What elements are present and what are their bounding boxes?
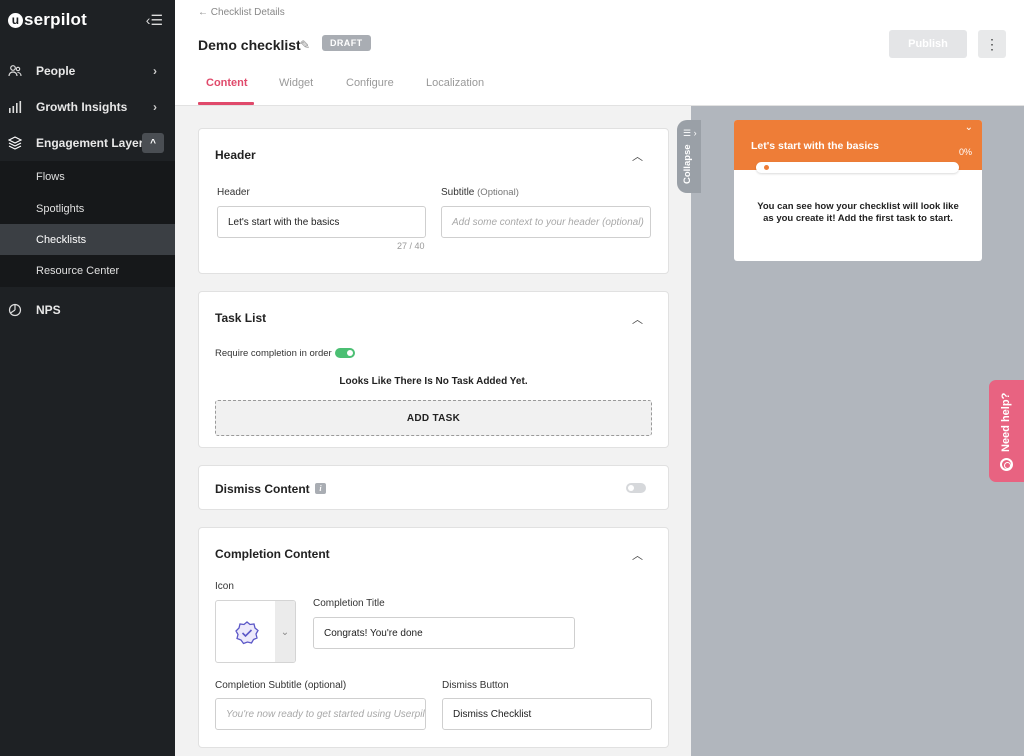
sidebar-subitem-spotlights[interactable]: Spotlights [0, 193, 175, 225]
tab-configure[interactable]: Configure [346, 77, 394, 89]
sidebar-item-label: Engagement Layer [36, 136, 144, 150]
dismiss-button-input[interactable]: Dismiss Checklist [442, 698, 652, 730]
character-counter: 27 / 40 [397, 241, 425, 251]
add-task-button[interactable]: ADD TASK [215, 400, 652, 436]
sidebar-subitem-resource-center[interactable]: Resource Center [0, 255, 175, 287]
page-header: ← Checklist Details Demo checklist ✎ DRA… [175, 0, 1024, 106]
collapse-preview-tab[interactable]: ☰ › Collapse [677, 120, 701, 193]
need-help-tab[interactable]: Need help? [989, 380, 1024, 482]
icon-field-label: Icon [215, 581, 234, 592]
chevron-up-icon[interactable]: ^ [142, 133, 164, 153]
sidebar-subitem-label: Resource Center [36, 265, 120, 277]
progress-dot [764, 165, 769, 170]
subtitle-label-text: Subtitle [441, 187, 475, 198]
userpilot-logo[interactable]: u serpilot [8, 10, 87, 30]
more-options-icon[interactable]: ⋮ [978, 30, 1006, 58]
empty-task-message: Looks Like There Is No Task Added Yet. [339, 376, 528, 387]
chevron-up-icon[interactable]: ︿ [632, 311, 643, 327]
logo-text: serpilot [24, 10, 88, 29]
require-order-toggle[interactable] [335, 348, 355, 358]
subtitle-field-label: Subtitle (Optional) [441, 187, 519, 198]
layers-icon [8, 136, 22, 150]
require-order-label: Require completion in order [215, 348, 332, 359]
dismiss-button-label: Dismiss Button [442, 680, 509, 691]
widget-title: Let's start with the basics [751, 140, 879, 152]
checklist-widget-preview: Let's start with the basics ⌄ 0% You can… [734, 120, 982, 261]
sidebar-item-label: Growth Insights [36, 100, 128, 114]
subtitle-input[interactable]: Add some context to your header (optiona… [441, 206, 651, 238]
sidebar-item-label: People [36, 64, 76, 78]
section-title: Completion Content [215, 547, 330, 561]
breadcrumb[interactable]: ← Checklist Details [198, 7, 285, 18]
lifebuoy-icon [1000, 458, 1013, 471]
chevron-up-icon[interactable]: ︿ [632, 547, 643, 563]
completion-subtitle-input[interactable]: You're now ready to get started using Us… [215, 698, 426, 730]
section-title: Header [215, 148, 256, 162]
optional-hint: (Optional) [477, 187, 519, 198]
status-badge: DRAFT [322, 35, 371, 51]
chevron-right-icon: › [153, 100, 157, 114]
tab-localization[interactable]: Localization [426, 77, 484, 89]
completion-title-input[interactable]: Congrats! You're done [313, 617, 575, 649]
section-title: Dismiss Content [215, 482, 310, 496]
logo-initial: u [8, 12, 23, 28]
people-icon [8, 64, 22, 78]
gauge-icon [8, 303, 22, 317]
breadcrumb-label: Checklist Details [210, 7, 285, 18]
sidebar-item-nps[interactable]: NPS [0, 292, 175, 328]
sidebar-item-engagement-layer[interactable]: Engagement Layer ^ [0, 125, 175, 161]
header-field-label: Header [217, 187, 250, 198]
bar-chart-icon [8, 100, 22, 114]
tab-content[interactable]: Content [206, 77, 248, 89]
dismiss-content-card: Dismiss Content i [198, 465, 669, 510]
completion-content-card: Completion Content ︿ Icon ⌄ Completion T… [198, 527, 669, 748]
widget-progress-bar [756, 162, 959, 173]
sidebar-item-label: NPS [36, 303, 61, 317]
active-tab-indicator [198, 102, 254, 105]
sidebar: u serpilot ‹☰ People › Growth Insights ›… [0, 0, 175, 756]
header-section-card: Header ︿ Header Let's start with the bas… [198, 128, 669, 274]
chevron-right-icon: › [153, 64, 157, 78]
pencil-icon[interactable]: ✎ [300, 38, 310, 52]
collapse-label: Collapse [682, 144, 693, 184]
publish-button[interactable]: Publish [889, 30, 967, 58]
collapse-sidebar-icon[interactable]: ‹☰ [146, 12, 163, 29]
sidebar-subitem-flows[interactable]: Flows [0, 161, 175, 193]
badge-check-icon [235, 621, 259, 645]
sidebar-header: u serpilot ‹☰ [0, 0, 175, 40]
dismiss-content-toggle[interactable] [626, 483, 646, 493]
section-title: Task List [215, 311, 267, 325]
need-help-label: Need help? [1000, 392, 1012, 452]
back-arrow-icon: ← [198, 7, 211, 18]
header-input[interactable]: Let's start with the basics [217, 206, 426, 238]
sidebar-item-growth-insights[interactable]: Growth Insights › [0, 89, 175, 125]
chevron-down-icon[interactable]: ⌄ [965, 122, 973, 133]
sidebar-item-people[interactable]: People › [0, 53, 175, 89]
collapse-icon: ☰ › [683, 128, 697, 138]
sidebar-subitem-label: Flows [36, 171, 65, 183]
sidebar-subitem-label: Spotlights [36, 203, 85, 215]
chevron-down-icon[interactable]: ⌄ [275, 601, 295, 662]
task-list-card: Task List ︿ Require completion in order … [198, 291, 669, 448]
info-icon[interactable]: i [315, 483, 326, 494]
sidebar-subitem-label: Checklists [36, 234, 87, 246]
icon-picker[interactable]: ⌄ [215, 600, 296, 663]
sidebar-subitem-checklists[interactable]: Checklists [0, 224, 175, 256]
page-title: Demo checklist [198, 37, 301, 53]
tab-widget[interactable]: Widget [279, 77, 313, 89]
widget-progress-percent: 0% [958, 147, 972, 157]
completion-title-label: Completion Title [313, 598, 385, 609]
chevron-up-icon[interactable]: ︿ [632, 148, 643, 164]
completion-subtitle-label: Completion Subtitle (optional) [215, 680, 347, 691]
widget-body-text: You can see how your checklist will look… [757, 201, 959, 224]
